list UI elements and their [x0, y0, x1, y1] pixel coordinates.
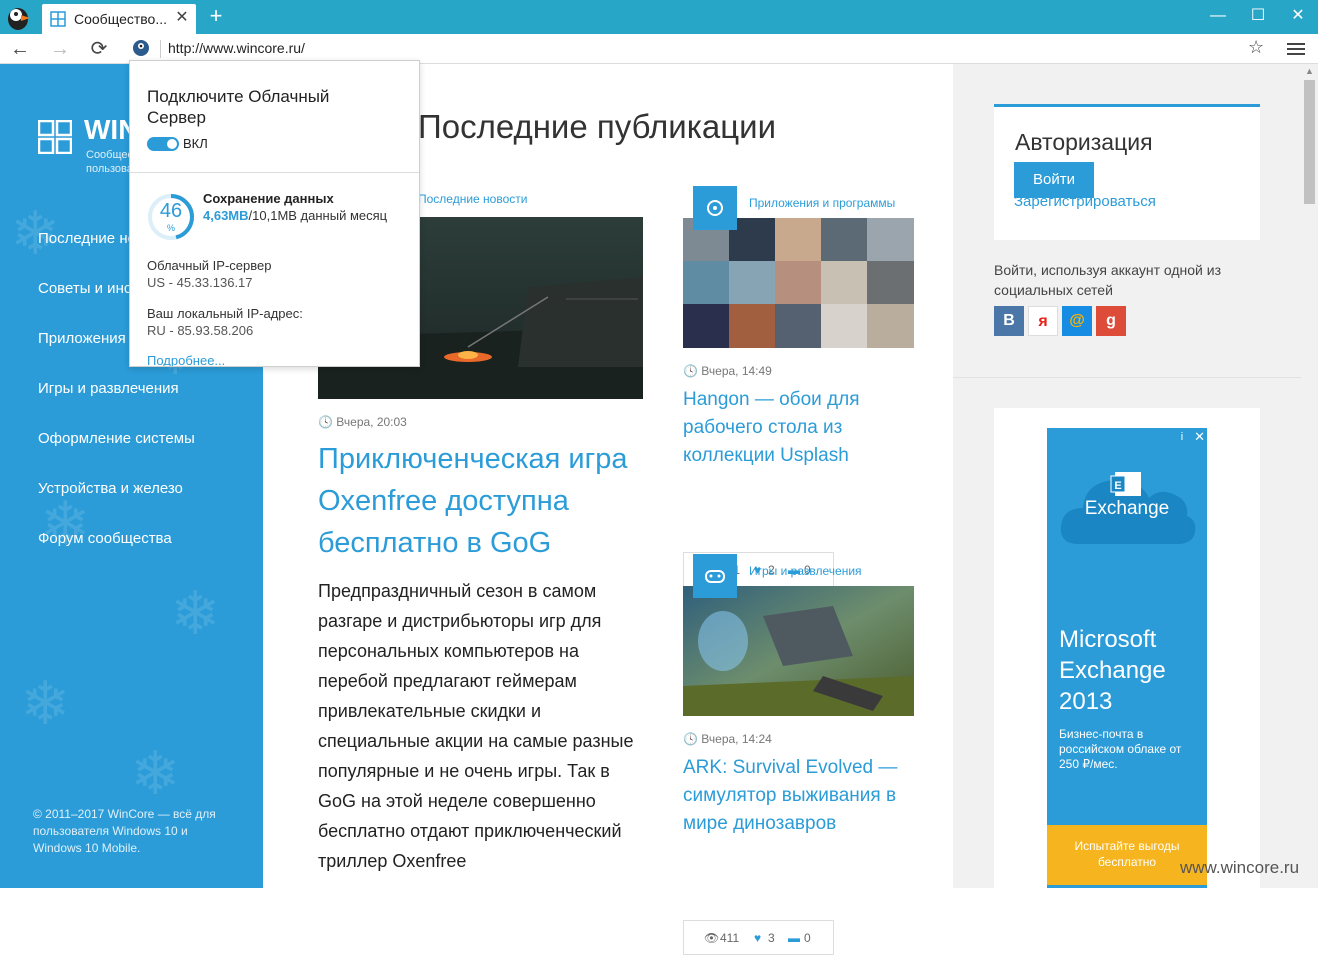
card-category-link[interactable]: Игры и развлечения	[749, 564, 862, 578]
cloud-server-popup: Подключите Облачный Сервер ВКЛ 46 % Сохр…	[129, 60, 420, 367]
exchange-ad-banner[interactable]: i ✕ E Exchange Microsoft Exchange 2013 Б…	[1047, 428, 1207, 888]
ad-container: i ✕ E Exchange Microsoft Exchange 2013 Б…	[994, 408, 1260, 888]
card-date: 🕓 Вчера, 14:49	[683, 364, 772, 378]
svg-text:E: E	[1114, 480, 1121, 492]
snowflake-icon: ❄	[20, 670, 71, 737]
auth-title: Авторизация	[1015, 129, 1153, 155]
auth-panel: Авторизация Войти Зарегистрироваться	[994, 104, 1260, 240]
ad-text: Бизнес-почта в российском облаке от 250 …	[1059, 727, 1182, 771]
views-count: 411	[720, 931, 740, 945]
saving-detail: 4,63MB/10,1MB данный месяц	[203, 208, 408, 224]
sidebar-item-devices[interactable]: Устройства и железо	[38, 480, 183, 497]
views-icon: 👁	[704, 931, 720, 945]
vk-login-button[interactable]: B	[994, 306, 1024, 336]
forward-button[interactable]: →	[48, 38, 72, 60]
copyright-text: © 2011–2017 WinCore — всё для пользовате…	[33, 807, 216, 855]
card-image[interactable]	[683, 586, 914, 716]
card-title-link[interactable]: Hangon — обои для рабочего стола из колл…	[683, 386, 913, 470]
comments-count: 0	[804, 931, 811, 945]
card-stats: 👁 411 ♥ 3 ▬ 0	[683, 920, 834, 955]
wincore-logo-icon[interactable]	[38, 120, 72, 154]
card-category-link[interactable]: Приложения и программы	[749, 196, 895, 210]
yandex-login-button[interactable]: я	[1028, 306, 1058, 336]
ad-product-label: Exchange	[1084, 498, 1170, 519]
snowflake-icon: ❄	[130, 740, 181, 807]
saving-title: Сохранение данных	[203, 191, 334, 206]
more-link[interactable]: Подробнее...	[147, 353, 225, 366]
scroll-thumb[interactable]	[1304, 80, 1315, 204]
tab-wincore[interactable]: Сообщество... ✕	[42, 4, 196, 34]
minimize-button[interactable]: —	[1205, 4, 1231, 28]
register-link[interactable]: Зарегистрироваться	[1014, 193, 1156, 210]
popup-divider	[130, 172, 419, 173]
scroll-up-icon[interactable]: ▲	[1305, 66, 1314, 76]
local-ip-value: RU - 85.93.58.206	[147, 323, 254, 338]
total-amount: /10,1MB данный месяц	[248, 208, 388, 223]
bookmark-star-icon[interactable]: ☆	[1248, 37, 1264, 58]
ad-info-icon[interactable]: i	[1175, 430, 1189, 444]
featured-date: 🕓 Вчера, 20:03	[318, 415, 407, 429]
featured-date-text: Вчера, 20:03	[336, 415, 407, 429]
wincore-favicon-icon	[50, 11, 66, 27]
saved-amount: 4,63MB	[203, 208, 249, 223]
games-category-icon[interactable]	[693, 554, 737, 598]
likes-icon[interactable]: ♥	[754, 931, 761, 945]
google-login-button[interactable]: g	[1096, 306, 1126, 336]
card-date-text: Вчера, 14:24	[701, 732, 772, 746]
mailru-login-button[interactable]: @	[1062, 306, 1092, 336]
reload-button[interactable]: ⟳	[87, 38, 111, 60]
right-sidebar: Авторизация Войти Зарегистрироваться Вой…	[953, 64, 1301, 888]
tab-title: Сообщество...	[74, 11, 167, 27]
featured-excerpt: Предпраздничный сезон в самом разгаре и …	[318, 581, 634, 871]
sidebar-item-games[interactable]: Игры и развлечения	[38, 380, 179, 397]
close-window-button[interactable]: ✕	[1285, 4, 1311, 28]
watermark-text: www.wincore.ru	[1180, 858, 1300, 877]
featured-category-link[interactable]: Последние новости	[418, 192, 527, 206]
new-tab-button[interactable]: +	[205, 5, 227, 28]
comments-icon[interactable]: ▬	[788, 931, 800, 945]
divider	[953, 377, 1301, 378]
menu-icon[interactable]	[1287, 40, 1305, 56]
card-date: 🕓 Вчера, 14:24	[683, 732, 772, 746]
title-bar: Сообщество... ✕ + — ☐ ✕	[0, 0, 1318, 34]
sidebar-item-forum[interactable]: Форум сообщества	[38, 530, 172, 547]
puffin-logo-icon[interactable]	[4, 3, 32, 31]
popup-title: Подключите Облачный Сервер	[147, 87, 330, 127]
local-ip-label: Ваш локальный IP-адрес:	[147, 306, 303, 321]
card-title-link[interactable]: ARK: Survival Evolved — симулятор выжива…	[683, 754, 913, 838]
sidebar-item-design[interactable]: Оформление системы	[38, 430, 195, 447]
cloud-toggle[interactable]	[147, 137, 179, 151]
address-bar[interactable]: http://www.wincore.ru/	[168, 40, 305, 56]
apps-category-icon[interactable]	[693, 186, 737, 230]
saving-percent: 46	[159, 200, 183, 222]
page-scrollbar[interactable]: ▲	[1301, 64, 1318, 888]
snowflake-icon: ❄	[170, 580, 221, 647]
cloud-ip-value: US - 45.33.136.17	[147, 275, 253, 290]
card-image[interactable]	[683, 218, 914, 348]
toggle-label: ВКЛ	[183, 136, 208, 151]
back-button[interactable]: ←	[8, 38, 32, 60]
cloud-status-icon[interactable]	[132, 39, 150, 57]
tab-close-icon[interactable]: ✕	[172, 8, 192, 28]
saving-percent-sign: %	[166, 223, 175, 233]
card-date-text: Вчера, 14:49	[701, 364, 772, 378]
address-separator	[160, 40, 161, 58]
maximize-button[interactable]: ☐	[1245, 4, 1271, 28]
cloud-ip-label: Облачный IP-сервер	[147, 258, 272, 273]
ad-close-icon[interactable]: ✕	[1194, 429, 1205, 445]
page-title: Последние публикации	[418, 108, 777, 145]
featured-title-link[interactable]: Приключенческая игра Oxenfree доступна б…	[318, 438, 648, 564]
likes-count: 3	[768, 931, 775, 945]
social-login-text: Войти, используя аккаунт одной из социал…	[994, 262, 1221, 298]
ad-heading: Microsoft Exchange 2013	[1059, 626, 1166, 715]
